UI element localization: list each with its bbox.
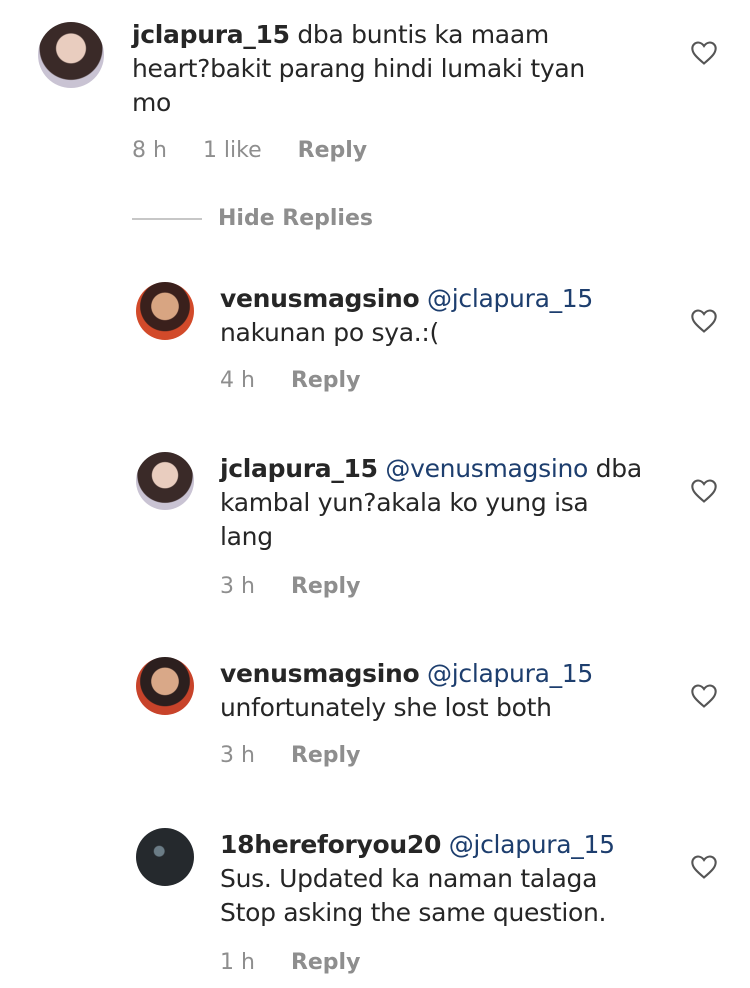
comment-meta: 3 h Reply xyxy=(220,743,396,768)
hide-replies-label: Hide Replies xyxy=(218,206,373,231)
heart-icon[interactable] xyxy=(690,854,718,880)
timestamp: 4 h xyxy=(220,368,255,393)
comment-body-line2: heart?bakit parang hindi lumaki tyan xyxy=(132,54,585,83)
comment-text: venusmagsino @jclapura_15 unfortunately … xyxy=(220,657,660,725)
comment-meta: 8 h 1 like Reply xyxy=(132,138,403,163)
timestamp: 8 h xyxy=(132,138,167,163)
comment-text: jclapura_15 dba buntis ka maam heart?bak… xyxy=(132,18,652,120)
timestamp: 3 h xyxy=(220,743,255,768)
comment-body-line1: dba xyxy=(588,454,642,483)
comment-body-line3: Stop asking the same question. xyxy=(220,898,607,927)
username[interactable]: jclapura_15 xyxy=(132,20,290,49)
timestamp: 3 h xyxy=(220,574,255,599)
comment-body-line2: nakunan po sya.:( xyxy=(220,318,439,347)
reply-button[interactable]: Reply xyxy=(291,743,361,768)
reply-button[interactable]: Reply xyxy=(298,138,368,163)
heart-icon[interactable] xyxy=(690,308,718,334)
avatar[interactable] xyxy=(136,657,194,715)
comment-meta: 1 h Reply xyxy=(220,950,396,975)
comment-body-line2: kambal yun?akala ko yung isa xyxy=(220,488,589,517)
comment-body-line1: dba buntis ka maam xyxy=(289,20,549,49)
mention-link[interactable]: @jclapura_15 xyxy=(427,659,593,688)
heart-icon[interactable] xyxy=(690,40,718,66)
mention-link[interactable]: @jclapura_15 xyxy=(427,284,593,313)
comment-meta: 4 h Reply xyxy=(220,368,396,393)
avatar[interactable] xyxy=(38,22,104,88)
avatar[interactable] xyxy=(136,828,194,886)
comment-body-line3: mo xyxy=(132,88,172,117)
divider xyxy=(132,217,202,220)
reply-item: jclapura_15 @venusmagsino dba kambal yun… xyxy=(0,440,750,630)
comment-item: jclapura_15 dba buntis ka maam heart?bak… xyxy=(0,0,750,190)
reply-button[interactable]: Reply xyxy=(291,950,361,975)
mention-link[interactable]: @venusmagsino xyxy=(385,454,588,483)
comment-body-line3: lang xyxy=(220,522,273,551)
comment-text: venusmagsino @jclapura_15 nakunan po sya… xyxy=(220,282,660,350)
heart-icon[interactable] xyxy=(690,683,718,709)
hide-replies-button[interactable]: Hide Replies xyxy=(132,206,373,231)
reply-button[interactable]: Reply xyxy=(291,574,361,599)
comment-text: 18hereforyou20 @jclapura_15 Sus. Updated… xyxy=(220,828,700,930)
heart-icon[interactable] xyxy=(690,478,718,504)
timestamp: 1 h xyxy=(220,950,255,975)
like-count[interactable]: 1 like xyxy=(203,138,262,163)
mention-link[interactable]: @jclapura_15 xyxy=(449,830,615,859)
comment-body-line2: unfortunately she lost both xyxy=(220,693,552,722)
comment-body-line2: Sus. Updated ka naman talaga xyxy=(220,864,598,893)
reply-item: venusmagsino @jclapura_15 unfortunately … xyxy=(0,645,750,795)
username[interactable]: venusmagsino xyxy=(220,659,420,688)
comment-meta: 3 h Reply xyxy=(220,574,396,599)
username[interactable]: venusmagsino xyxy=(220,284,420,313)
avatar[interactable] xyxy=(136,282,194,340)
username[interactable]: jclapura_15 xyxy=(220,454,378,483)
reply-item: venusmagsino @jclapura_15 nakunan po sya… xyxy=(0,270,750,420)
reply-item: 18hereforyou20 @jclapura_15 Sus. Updated… xyxy=(0,816,750,988)
username[interactable]: 18hereforyou20 xyxy=(220,830,441,859)
reply-button[interactable]: Reply xyxy=(291,368,361,393)
comment-text: jclapura_15 @venusmagsino dba kambal yun… xyxy=(220,452,660,554)
avatar[interactable] xyxy=(136,452,194,510)
